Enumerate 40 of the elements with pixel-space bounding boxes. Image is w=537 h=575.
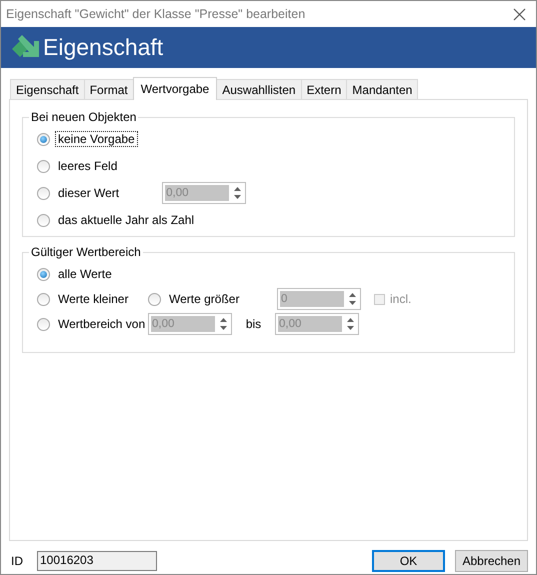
radio-label[interactable]: keine Vorgabe [55, 131, 138, 147]
radio-label[interactable]: Werte kleiner [55, 291, 132, 307]
radio-button[interactable] [37, 132, 50, 146]
tab[interactable]: Format [84, 79, 134, 99]
header-title: Eigenschaft [43, 34, 164, 61]
group-title: Bei neuen Objekten [30, 110, 138, 124]
up-arrow-icon [346, 318, 354, 322]
radio-label[interactable]: Wertbereich von [55, 316, 148, 332]
group-title: Gültiger Wertbereich [30, 245, 142, 259]
radio-button[interactable] [37, 160, 50, 172]
dialog-button[interactable]: OK [372, 550, 445, 572]
tab[interactable]: Wertvorgabe [132, 77, 218, 100]
radio-button[interactable] [37, 268, 50, 280]
dialog-button[interactable]: Abbrechen [455, 550, 528, 572]
tab[interactable]: Mandanten [346, 79, 418, 99]
window-title: Eigenschaft "Gewicht" der Klasse "Presse" bearbeiten [6, 7, 306, 21]
up-arrow-icon [348, 293, 356, 297]
radio-label[interactable]: Werte größer [166, 291, 242, 307]
up-arrow-icon [220, 318, 226, 322]
up-arrow-icon [234, 187, 241, 191]
radio-button[interactable] [148, 292, 161, 306]
radio-button[interactable] [37, 186, 50, 200]
down-arrow-icon [234, 195, 241, 199]
radio-button[interactable] [37, 214, 50, 226]
close-icon[interactable] [513, 8, 526, 20]
tab[interactable]: Extern [300, 79, 348, 99]
radio-label[interactable]: das aktuelle Jahr als Zahl [55, 212, 198, 228]
range-separator-label: bis [244, 317, 262, 331]
radio-button[interactable] [37, 292, 50, 306]
radio-button[interactable] [37, 318, 50, 330]
radio-label[interactable]: dieser Wert [55, 185, 122, 201]
id-field: 10016203 [37, 551, 157, 571]
down-arrow-icon [348, 301, 356, 305]
id-label: ID [11, 554, 24, 568]
radio-label[interactable]: leeres Feld [55, 158, 120, 174]
down-arrow-icon [346, 326, 354, 330]
down-arrow-icon [220, 326, 226, 330]
radio-label[interactable]: alle Werte [55, 266, 115, 282]
tab[interactable]: Eigenschaft [10, 79, 85, 99]
tab[interactable]: Auswahllisten [216, 79, 302, 99]
